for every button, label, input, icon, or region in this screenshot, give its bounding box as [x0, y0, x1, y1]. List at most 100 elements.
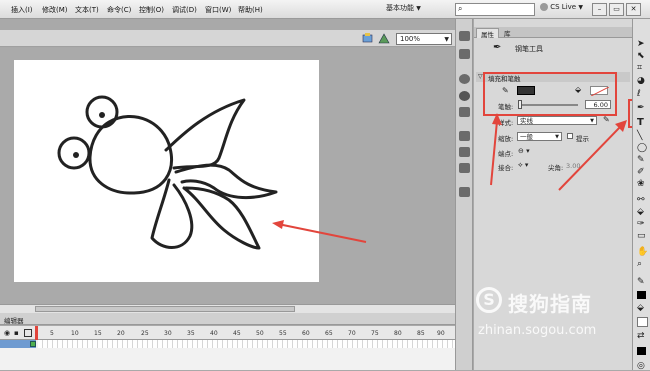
- line-tool-icon[interactable]: ╲: [637, 131, 647, 141]
- frame-tick: 70: [348, 330, 356, 337]
- hand-tool-icon[interactable]: ✋: [637, 247, 648, 257]
- watermark-brand: 搜狗指南: [508, 292, 592, 316]
- bone-tool-icon[interactable]: ⚯: [637, 195, 647, 205]
- outline-icon[interactable]: [24, 329, 32, 337]
- pen-tool-icon[interactable]: ✒: [637, 103, 647, 113]
- stroke-highlight-box: [483, 72, 617, 116]
- frame-tick: 60: [302, 330, 310, 337]
- selection-tool-icon[interactable]: ➤: [637, 39, 647, 49]
- watermark-url: zhinan.sogou.com: [478, 323, 597, 338]
- tab-library[interactable]: 库: [500, 28, 515, 38]
- menu-debug[interactable]: 调试(D): [172, 5, 197, 15]
- frame-tick: 90: [437, 330, 445, 337]
- search-input[interactable]: ⌕: [455, 3, 535, 16]
- cs-live-label: CS Live: [550, 3, 577, 11]
- timeline-layer-row[interactable]: [0, 340, 455, 370]
- style-value: 实线: [520, 117, 533, 125]
- menu-insert[interactable]: 插入(I): [11, 5, 33, 15]
- restore-button[interactable]: ▭: [609, 3, 624, 16]
- zoom-select[interactable]: 100% ▼: [396, 33, 452, 45]
- frame-tick: 65: [325, 330, 333, 337]
- color-panel-icon[interactable]: [459, 31, 470, 41]
- frame-tick: 55: [279, 330, 287, 337]
- lock-icon[interactable]: ▪: [14, 329, 19, 337]
- code-snippets-icon[interactable]: [459, 131, 470, 141]
- frame-tick: 40: [210, 330, 218, 337]
- 3d-rotation-tool-icon[interactable]: ◕: [637, 76, 647, 86]
- lasso-tool-icon[interactable]: ℓ: [637, 89, 647, 99]
- cs-live-icon: [540, 3, 548, 11]
- frame-tick: 50: [256, 330, 264, 337]
- scale-value: 一般: [520, 133, 533, 141]
- eyedropper-tool-icon[interactable]: ✑: [637, 219, 647, 229]
- tab-properties[interactable]: 属性: [476, 28, 499, 39]
- frame-tick: 30: [164, 330, 172, 337]
- cap-style-select[interactable]: ⊖ ▾: [518, 147, 530, 155]
- keyframe-marker[interactable]: [30, 341, 36, 347]
- zoom-value: 100%: [400, 35, 421, 43]
- timeline-tab[interactable]: 编辑器: [4, 315, 24, 325]
- subselection-tool-icon[interactable]: ⬉: [637, 51, 647, 61]
- menu-modify[interactable]: 修改(M): [42, 5, 68, 15]
- chevron-down-icon: ▼: [444, 36, 449, 43]
- frame-tick: 10: [71, 330, 79, 337]
- eye-icon[interactable]: ◉: [4, 329, 10, 337]
- minimize-button[interactable]: –: [592, 3, 607, 16]
- goldfish-drawing: [57, 95, 278, 250]
- frame-tick: 80: [394, 330, 402, 337]
- motion-presets-icon[interactable]: [459, 163, 470, 173]
- menu-help[interactable]: 帮助(H): [238, 5, 263, 15]
- stage-canvas[interactable]: [14, 60, 319, 282]
- snap-toggle-icon[interactable]: [637, 347, 646, 355]
- frame-tick: 25: [141, 330, 149, 337]
- pen-tool-icon: ✒: [493, 42, 502, 53]
- frame-tick: 45: [233, 330, 241, 337]
- annotation-arrow: [272, 220, 367, 243]
- menu-text[interactable]: 文本(T): [75, 5, 99, 15]
- menu-window[interactable]: 窗口(W): [205, 5, 231, 15]
- expand-triangle-icon: ▽: [478, 73, 483, 80]
- menu-commands[interactable]: 命令(C): [107, 5, 131, 15]
- workspace-label: 基本功能: [386, 4, 414, 12]
- close-button[interactable]: ✕: [626, 3, 641, 16]
- timeline-header: 编辑器: [0, 313, 455, 325]
- frame-tick: 35: [187, 330, 195, 337]
- align-panel-icon[interactable]: [459, 74, 470, 84]
- paint-bucket-tool-icon[interactable]: ⬙: [637, 207, 647, 217]
- edit-scene-icon[interactable]: [378, 33, 390, 44]
- tool-name: 钢笔工具: [515, 45, 543, 53]
- free-transform-tool-icon[interactable]: ⌗: [637, 63, 647, 73]
- scrollbar-thumb[interactable]: [35, 306, 295, 312]
- frame-tick: 15: [94, 330, 102, 337]
- workspace-switcher[interactable]: 基本功能 ▼: [386, 3, 446, 16]
- components-icon[interactable]: [459, 147, 470, 157]
- chevron-down-icon: ▼: [578, 4, 583, 11]
- watermark: S 搜狗指南 zhinan.sogou.com: [470, 285, 650, 345]
- menu-control[interactable]: 控制(O): [139, 5, 164, 15]
- oval-tool-icon[interactable]: ◯: [637, 143, 647, 153]
- edit-symbols-icon[interactable]: [362, 33, 374, 44]
- info-panel-icon[interactable]: [459, 91, 470, 101]
- deco-tool-icon[interactable]: ❀: [637, 179, 647, 189]
- project-panel-icon[interactable]: [459, 187, 470, 197]
- frame-tick: 85: [417, 330, 425, 337]
- transform-panel-icon[interactable]: [459, 107, 470, 117]
- swatches-panel-icon[interactable]: [459, 49, 470, 59]
- annotation-arrow: [558, 120, 627, 191]
- chevron-down-icon: ▼: [416, 5, 421, 12]
- pencil-tool-icon[interactable]: ✎: [637, 155, 647, 165]
- search-icon: ⌕: [458, 4, 463, 13]
- join-style-select[interactable]: ⟡ ▾: [518, 161, 528, 170]
- timeline-ruler: ◉ ▪ 5 10 15 20 25 30 35 40 45 50 55 60 6…: [0, 326, 455, 340]
- zoom-tool-icon[interactable]: ⌕: [637, 259, 647, 269]
- annotation-arrow: [490, 113, 502, 186]
- text-tool-icon[interactable]: T: [637, 117, 647, 128]
- frame-tick: 20: [117, 330, 125, 337]
- frame-tick: 5: [50, 330, 54, 337]
- properties-tabs: 属性 库: [474, 27, 632, 39]
- frame-cells[interactable]: [38, 340, 455, 348]
- eraser-tool-icon[interactable]: ▭: [637, 231, 647, 241]
- brush-tool-icon[interactable]: ✐: [637, 167, 647, 177]
- frame-tick: 75: [371, 330, 379, 337]
- sogou-logo-icon: S: [476, 287, 502, 313]
